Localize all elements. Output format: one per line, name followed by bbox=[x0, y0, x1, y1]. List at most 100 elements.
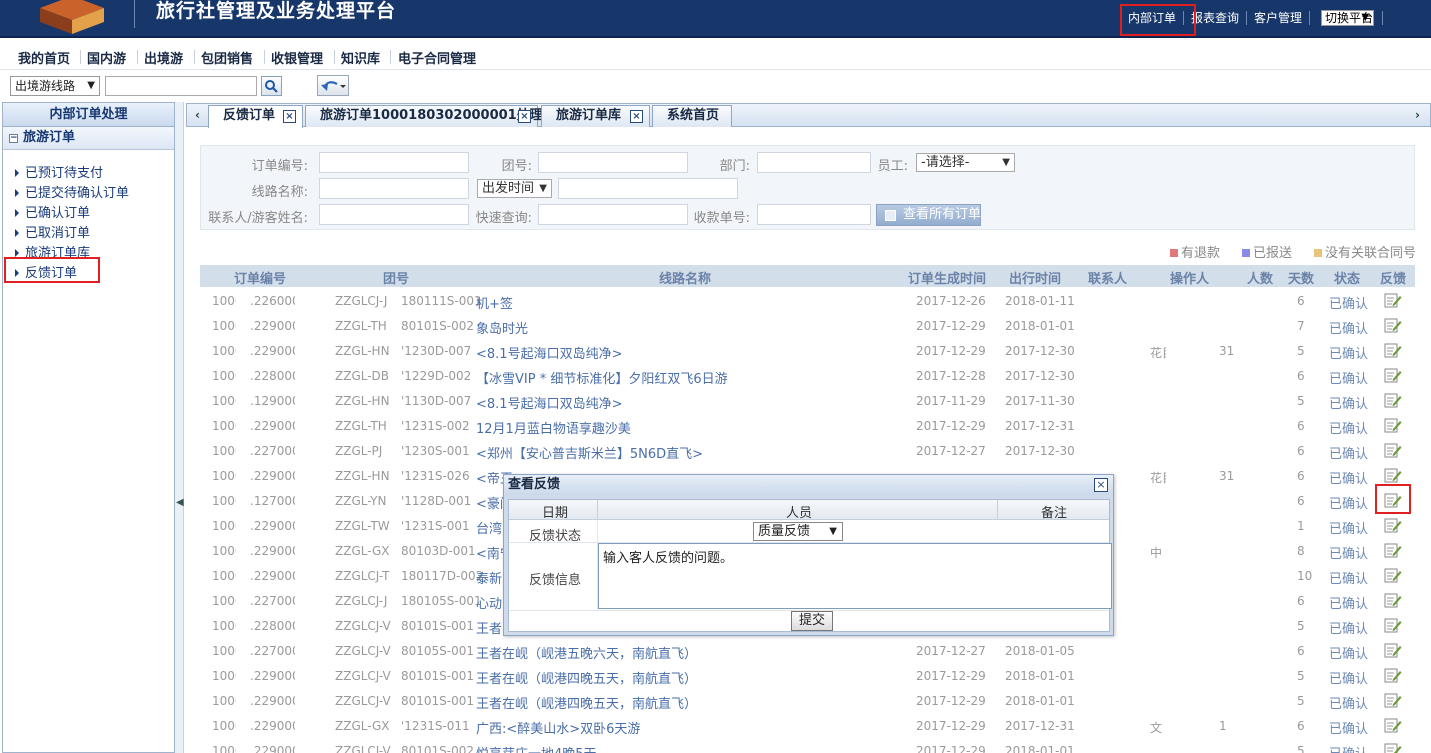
table-row[interactable]: 1000.2290000 ZZGL-GX '1231S-011 广西:<醉美山水>双卧… bbox=[200, 713, 1415, 738]
menu-e-contract[interactable]: 电子合同管理 bbox=[398, 48, 476, 67]
close-icon[interactable]: × bbox=[630, 110, 643, 123]
table-row[interactable]: 1000.2290000 ZZGLCJ-V 80101S-001 王者在岘（岘港四晚五… bbox=[200, 663, 1415, 688]
edit-feedback-icon[interactable] bbox=[1384, 592, 1402, 609]
table-row[interactable]: 1000.2290000 ZZGL-TH 80101S-002 象岛时光 2017-12… bbox=[200, 313, 1415, 338]
close-icon[interactable]: × bbox=[518, 110, 531, 123]
tab-scroll-left-icon[interactable]: ‹ bbox=[195, 108, 200, 122]
table-row[interactable]: 1000.2290000ZZGLCJ-V80101S-002悦享芽庄一地4晚5天… bbox=[200, 738, 1415, 753]
tab-system-home[interactable]: 系统首页 bbox=[652, 105, 732, 127]
sidebar-item-pending-payment[interactable]: 已预订待支付 bbox=[3, 164, 174, 184]
sidebar-item-confirmed[interactable]: 已确认订单 bbox=[3, 204, 174, 224]
table-row[interactable]: 1000.2270000 ZZGLCJ-V 80105S-001 王者在岘（岘港五晚六… bbox=[200, 638, 1415, 663]
depart-time-input[interactable] bbox=[558, 178, 738, 199]
table-row[interactable]: 1000.2290000 ZZGL-HN '1230D-007 <8.1号起海口双岛纯… bbox=[200, 338, 1415, 363]
close-icon[interactable]: × bbox=[283, 110, 296, 123]
col-feedback[interactable]: 反馈 bbox=[1380, 268, 1406, 287]
col-created[interactable]: 订单生成时间 bbox=[908, 268, 986, 287]
edit-feedback-icon[interactable] bbox=[1384, 692, 1402, 709]
cell-route-name[interactable]: 12月1月蓝白物语享趣沙美 bbox=[476, 418, 631, 437]
edit-feedback-icon[interactable] bbox=[1384, 642, 1402, 659]
quick-search-input[interactable] bbox=[538, 204, 688, 225]
edit-feedback-icon[interactable] bbox=[1384, 542, 1402, 559]
col-operator[interactable]: 操作人 bbox=[1170, 268, 1209, 287]
col-people[interactable]: 人数 bbox=[1247, 268, 1273, 287]
cell-route-name[interactable]: <8.1号起海口双岛纯净> bbox=[476, 393, 622, 412]
cell-route-name[interactable]: 台湾 bbox=[476, 518, 502, 537]
platform-switch-select[interactable]: 切换平台 ▼ bbox=[1321, 10, 1375, 26]
close-icon[interactable]: × bbox=[1094, 478, 1108, 492]
col-travel-date[interactable]: 出行时间 bbox=[1009, 268, 1061, 287]
col-group-no[interactable]: 团号 bbox=[383, 268, 409, 287]
search-input[interactable] bbox=[105, 76, 257, 96]
table-row[interactable]: 1000.2290000 ZZGLCJ-V 80101S-001 王者在岘（岘港四晚五… bbox=[200, 688, 1415, 713]
table-row[interactable]: 1000.1290000 ZZGL-HN '1130D-007 <8.1号起海口双岛纯… bbox=[200, 388, 1415, 413]
sidebar-group-travel-orders[interactable]: − 旅游订单 bbox=[3, 127, 174, 150]
contact-input[interactable] bbox=[319, 204, 469, 225]
edit-feedback-icon[interactable] bbox=[1384, 517, 1402, 534]
menu-knowledge[interactable]: 知识库 bbox=[341, 48, 380, 67]
col-status[interactable]: 状态 bbox=[1334, 268, 1360, 287]
edit-feedback-icon[interactable] bbox=[1384, 442, 1402, 459]
edit-feedback-icon[interactable] bbox=[1384, 667, 1402, 684]
edit-feedback-icon[interactable] bbox=[1384, 317, 1402, 334]
table-row[interactable]: 1000.2280000 ZZGL-DB '1229D-002 【冰雪VIP * 细节… bbox=[200, 363, 1415, 388]
edit-feedback-icon[interactable] bbox=[1384, 392, 1402, 409]
col-route-name[interactable]: 线路名称 bbox=[659, 268, 711, 287]
feedback-info-textarea[interactable]: 输入客人反馈的问题。 bbox=[598, 543, 1112, 609]
back-dropdown-button[interactable] bbox=[317, 75, 349, 96]
edit-feedback-icon[interactable] bbox=[1384, 742, 1402, 753]
cell-route-name[interactable]: <8.1号起海口双岛纯净> bbox=[476, 343, 622, 362]
menu-domestic[interactable]: 国内游 bbox=[87, 48, 126, 67]
order-no-input[interactable] bbox=[319, 152, 469, 173]
edit-feedback-icon[interactable] bbox=[1384, 367, 1402, 384]
cell-route-name[interactable]: <郑州【安心普吉斯米兰】5N6D直飞> bbox=[476, 443, 703, 462]
route-name-input[interactable] bbox=[319, 178, 469, 199]
edit-feedback-icon[interactable] bbox=[1384, 717, 1402, 734]
edit-feedback-icon[interactable] bbox=[1384, 342, 1402, 359]
table-row[interactable]: 1000.2270000 ZZGL-PJ '1230S-001 <郑州【安心普吉斯米兰… bbox=[200, 438, 1415, 463]
tab-feedback-orders[interactable]: 反馈订单 × bbox=[208, 105, 303, 128]
cell-route-name[interactable]: 泰新 bbox=[476, 568, 502, 587]
cell-route-name[interactable]: 悦享芽庄一地4晚5天 bbox=[476, 743, 597, 753]
menu-group-sales[interactable]: 包团销售 bbox=[201, 48, 253, 67]
cell-route-name[interactable]: 象岛时光 bbox=[476, 318, 528, 337]
cell-route-name[interactable]: 王者 bbox=[476, 618, 502, 637]
tab-scroll-right-icon[interactable]: › bbox=[1415, 108, 1420, 122]
tab-order-library[interactable]: 旅游订单库 × bbox=[541, 105, 650, 127]
table-row[interactable]: 1000.2260000 ZZGLCJ-J 180111S-001 机+签 2017-1… bbox=[200, 288, 1415, 313]
cell-route-name[interactable]: 王者在岘（岘港五晚六天，南航直飞） bbox=[476, 643, 697, 662]
submit-button[interactable]: 提交 bbox=[791, 611, 833, 631]
feedback-status-select[interactable]: 质量反馈 ▼ bbox=[753, 522, 843, 541]
staff-select[interactable]: -请选择- ▼ bbox=[916, 153, 1015, 172]
col-days[interactable]: 天数 bbox=[1288, 268, 1314, 287]
cell-route-name[interactable]: 心动 bbox=[476, 593, 502, 612]
cell-route-name[interactable]: 王者在岘（岘港四晚五天，南航直飞） bbox=[476, 693, 697, 712]
edit-feedback-icon[interactable] bbox=[1384, 467, 1402, 484]
dept-input[interactable] bbox=[757, 152, 871, 173]
group-no-input[interactable] bbox=[538, 152, 688, 173]
tab-order-processing[interactable]: 旅游订单1000180302000001处理 × bbox=[305, 105, 543, 127]
table-row[interactable]: 1000.2290000 ZZGL-TH '1231S-002 12月1月蓝白物语享趣… bbox=[200, 413, 1415, 438]
cell-route-name[interactable]: 机+签 bbox=[476, 293, 513, 312]
menu-outbound[interactable]: 出境游 bbox=[144, 48, 183, 67]
edit-feedback-icon[interactable] bbox=[1384, 417, 1402, 434]
depart-time-select[interactable]: 出发时间 ▼ bbox=[477, 179, 552, 198]
sidebar-item-cancelled[interactable]: 已取消订单 bbox=[3, 224, 174, 244]
col-contact[interactable]: 联系人 bbox=[1088, 268, 1127, 287]
edit-feedback-icon[interactable] bbox=[1384, 567, 1402, 584]
sidebar-item-submitted[interactable]: 已提交待确认订单 bbox=[3, 184, 174, 204]
search-button[interactable] bbox=[261, 76, 282, 96]
route-type-select[interactable]: 出境游线路 ▼ bbox=[10, 76, 100, 96]
cell-route-name[interactable]: 王者在岘（岘港四晚五天，南航直飞） bbox=[476, 668, 697, 687]
col-order-no[interactable]: 订单编号 bbox=[234, 268, 286, 287]
edit-feedback-icon[interactable] bbox=[1384, 292, 1402, 309]
menu-cashier[interactable]: 收银管理 bbox=[271, 48, 323, 67]
cell-route-name[interactable]: 【冰雪VIP * 细节标准化】夕阳红双飞6日游 bbox=[476, 368, 728, 387]
edit-feedback-icon[interactable] bbox=[1384, 617, 1402, 634]
menu-home[interactable]: 我的首页 bbox=[18, 48, 70, 67]
nav-customer-mgmt[interactable]: 客户管理 bbox=[1246, 11, 1309, 25]
receipt-no-input[interactable] bbox=[757, 204, 871, 225]
view-all-orders-button[interactable]: 查看所有订单 bbox=[876, 204, 981, 226]
sidebar-collapse-bar[interactable]: ◀ bbox=[175, 102, 184, 753]
cell-route-name[interactable]: 广西:<醉美山水>双卧6天游 bbox=[476, 718, 640, 737]
